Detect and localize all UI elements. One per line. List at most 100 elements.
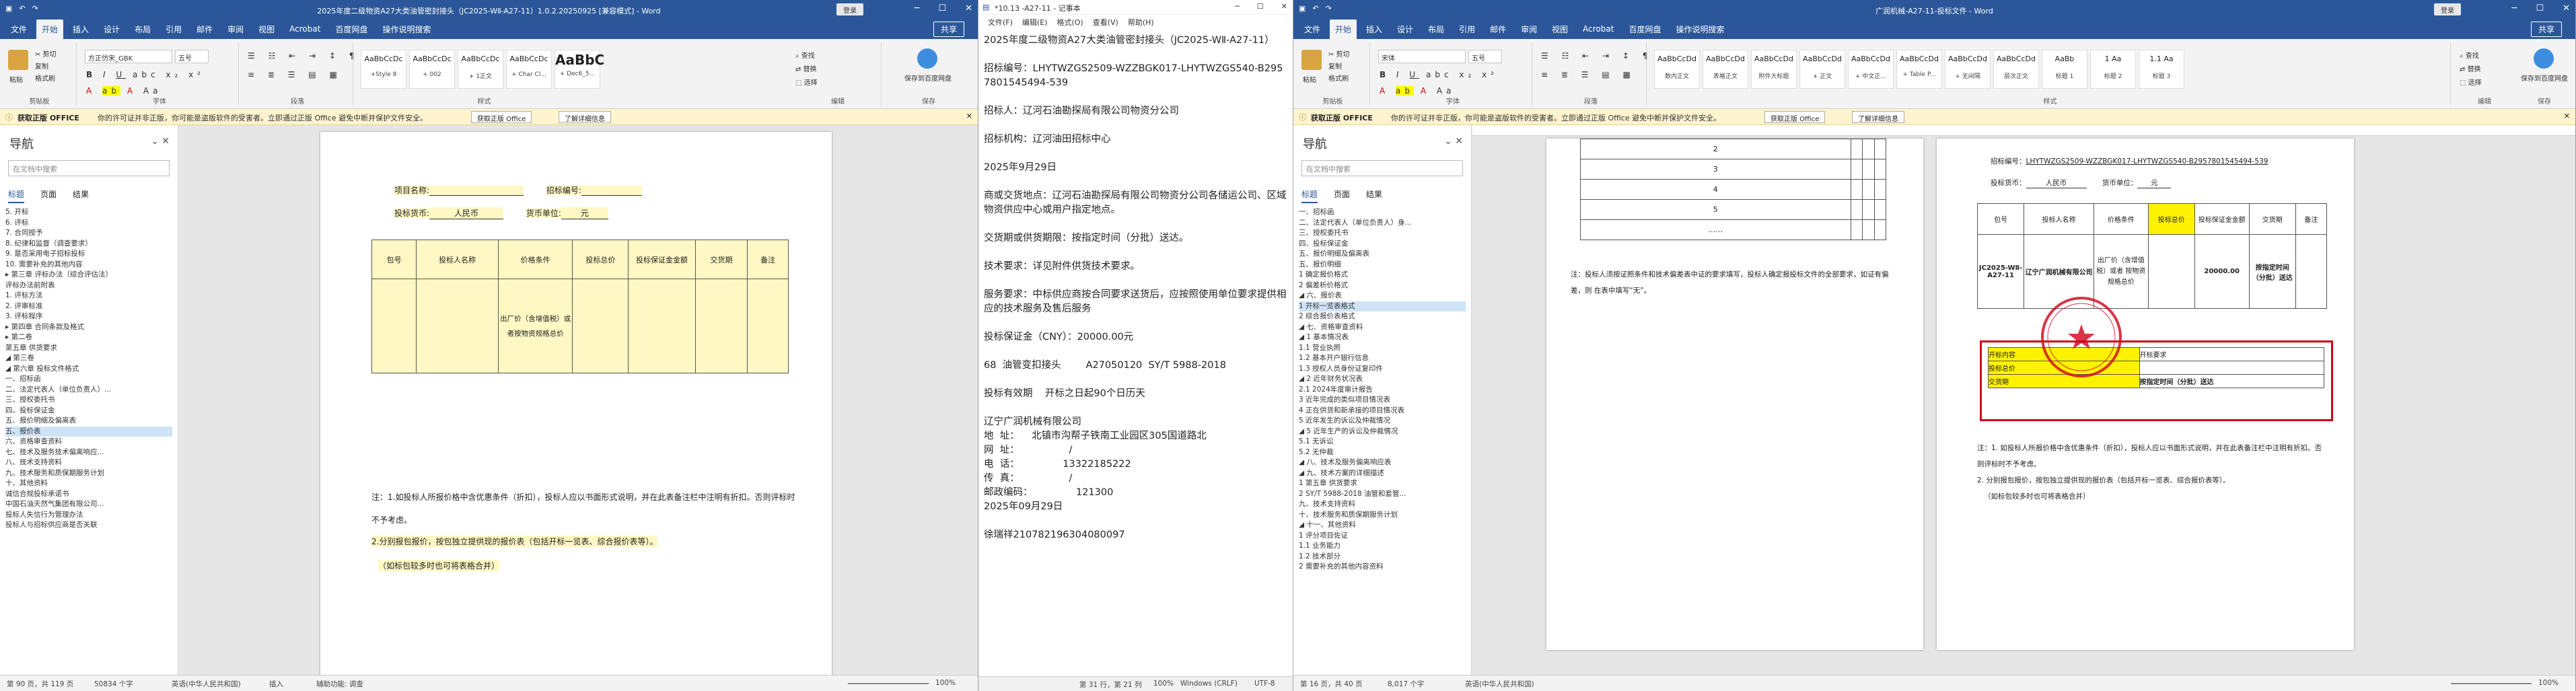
nav-heading-item[interactable]: 9. 是否采用电子招标投标 (5, 249, 172, 260)
nav-tab-results[interactable]: 结果 (73, 188, 89, 203)
table-cell[interactable] (1873, 219, 1887, 240)
nav-close-icon[interactable]: ⌄ ✕ (151, 136, 170, 147)
cut-button[interactable]: ✂ 剪切 (35, 48, 57, 59)
nav-heading-item[interactable]: 2 SY/T 5988-2018 油管和套管... (1299, 489, 1466, 500)
tab-acrobat[interactable]: Acrobat (1577, 20, 1619, 38)
nav-heading-item[interactable]: ◢ 2 近年财务状况表 (1299, 374, 1466, 385)
close-icon[interactable]: ✕ (2563, 3, 2570, 13)
table-cell[interactable] (694, 279, 748, 373)
total-cell[interactable] (2147, 234, 2195, 309)
nav-heading-item[interactable]: 2 需要补充的其他内容资料 (1299, 562, 1466, 573)
style-gallery-item[interactable]: AaBbCcDd 附件大标题 (1751, 50, 1797, 89)
style-gallery-item[interactable]: AaBbC + Dec6_5... (554, 50, 604, 89)
paste-icon[interactable] (8, 50, 28, 70)
signin-button[interactable]: 登录 (836, 3, 863, 15)
word-count[interactable]: 8,017 个字 (1388, 679, 1424, 689)
remarks-cell[interactable] (2295, 234, 2328, 309)
nav-heading-item[interactable]: 投标人失信行为管理办法 (5, 510, 172, 521)
maximize-icon[interactable]: ☐ (938, 3, 946, 13)
nav-heading-item[interactable]: 中国石油天然气集团有限公司... (5, 499, 172, 510)
nav-heading-item[interactable]: 三、授权委托书 (5, 395, 172, 406)
nav-heading-item[interactable]: 1.3 授权人员身份证复印件 (1299, 364, 1466, 375)
menu-help[interactable]: 帮助(H) (1128, 17, 1154, 28)
maximize-icon[interactable]: ☐ (2536, 3, 2544, 13)
nav-heading-item[interactable]: 诚信合规投标承诺书 (5, 489, 172, 500)
replace-button[interactable]: ⇄ 替换 (795, 63, 817, 73)
table-cell[interactable] (1850, 159, 1863, 180)
style-gallery-item[interactable]: 1.1 Aa 标题 3 (2139, 50, 2184, 89)
style-gallery-item[interactable]: AaBbCcDd 表格正文 (1703, 50, 1748, 89)
zoom-level[interactable]: 100% (935, 679, 956, 687)
nav-heading-item[interactable]: ▸ 第二卷 (5, 332, 172, 343)
font-color-buttons[interactable]: A ab A Aa (86, 86, 162, 96)
table-cell[interactable] (1873, 199, 1887, 220)
table-cell[interactable] (416, 279, 499, 373)
table-cell[interactable] (1873, 179, 1887, 200)
nav-heading-item[interactable]: ▸ 第三章 评标办法（综合评估法） (5, 270, 172, 281)
style-gallery-item[interactable]: AaBbCcDc + 002 (409, 50, 455, 89)
tab-design[interactable]: 设计 (98, 20, 125, 39)
nav-tab-headings[interactable]: 标题 (1301, 188, 1318, 203)
font-color-buttons[interactable]: A ab A Aa (1380, 86, 1455, 96)
nav-tab-pages[interactable]: 页面 (40, 188, 57, 203)
row-number-cell[interactable]: 4 (1580, 179, 1851, 200)
table-cell[interactable] (1862, 179, 1875, 200)
nav-heading-item[interactable]: 第五章 供货要求 (5, 343, 172, 354)
nav-heading-item[interactable]: 5. 开标 (5, 207, 172, 218)
menu-format[interactable]: 格式(O) (1057, 17, 1083, 28)
tab-insert[interactable]: 插入 (67, 20, 94, 39)
tab-mailings[interactable]: 邮件 (191, 20, 218, 39)
word-count[interactable]: 50834 个字 (94, 679, 133, 689)
menu-view[interactable]: 查看(V) (1093, 17, 1118, 28)
nav-heading-item[interactable]: 一、招标函 (1299, 207, 1466, 218)
page-count[interactable]: 第 16 页，共 40 页 (1300, 679, 1363, 689)
font-size-select[interactable]: 五号 (1468, 50, 1502, 63)
format-painter-button[interactable]: 格式刷 (35, 73, 55, 83)
style-gallery-item[interactable]: AaBbCcDd + 无间隔 (1945, 50, 1991, 89)
box-row-value[interactable]: 按指定时间（分批）送达 (2139, 374, 2325, 388)
get-office-button[interactable]: 获取正版 Office (471, 111, 532, 123)
nav-heading-item[interactable]: 1.2 技术部分 (1299, 552, 1466, 562)
style-gallery-item[interactable]: AaBbCcDc + Char Cl... (506, 50, 552, 89)
nav-tab-pages[interactable]: 页面 (1334, 188, 1350, 203)
package-cell[interactable]: JC2025-WⅡ-A27-11 (1976, 234, 2025, 309)
nav-heading-item[interactable]: 五、报价明细 (1299, 260, 1466, 270)
price-terms-cell[interactable]: 出厂价（含增值税）或者按物资规格总价 (497, 279, 573, 373)
style-gallery-item[interactable]: AaBbCcDd + 正文 (1799, 50, 1845, 89)
signin-button[interactable]: 登录 (2434, 3, 2461, 15)
tab-file[interactable]: 文件 (1299, 20, 1326, 39)
minimize-icon[interactable]: ─ (1235, 2, 1240, 11)
nav-heading-item[interactable]: 二、法定代表人（单位负责人）... (5, 385, 172, 396)
nav-heading-item[interactable]: 2. 评审标准 (5, 301, 172, 312)
table-cell[interactable] (1862, 139, 1875, 159)
cloud-save-icon[interactable] (917, 48, 937, 69)
zoom-slider[interactable] (2451, 683, 2532, 684)
style-gallery-item[interactable]: 1 Aa 标题 2 (2090, 50, 2136, 89)
nav-tab-results[interactable]: 结果 (1366, 188, 1382, 203)
nav-heading-item[interactable]: 2 偏差析价格式 (1299, 281, 1466, 291)
share-button[interactable]: 共享 (933, 21, 964, 37)
nav-heading-item[interactable]: 5.2 无仲裁 (1299, 447, 1466, 458)
menu-edit[interactable]: 编辑(E) (1022, 17, 1048, 28)
accessibility[interactable]: 辅助功能: 调查 (316, 679, 363, 689)
tab-review[interactable]: 审阅 (1515, 20, 1542, 39)
tab-insert[interactable]: 插入 (1361, 20, 1388, 39)
nav-heading-item[interactable]: 四、投标保证金 (1299, 239, 1466, 250)
nav-heading-item[interactable]: 一、招标函 (5, 374, 172, 385)
style-gallery-item[interactable]: AaBb 标题 1 (2042, 50, 2087, 89)
nav-heading-item[interactable]: ◢ 1 基本情况表 (1299, 332, 1466, 343)
format-painter-button[interactable]: 格式刷 (1328, 73, 1349, 83)
table-cell[interactable] (572, 279, 629, 373)
nav-search-input[interactable]: 在文档中搜索 (8, 160, 170, 176)
nav-heading-item[interactable]: 投标人与招标供应商是否关联 (5, 520, 172, 531)
notepad-text-area[interactable]: 2025年度二级物资A27大类油管密封接头（JC2025-WⅡ-A27-11） … (978, 30, 1293, 676)
language[interactable]: 英语(中华人民共和国) (1465, 679, 1534, 689)
minimize-icon[interactable]: ─ (915, 3, 920, 13)
style-gallery-item[interactable]: AaBbCcDc +Style 8 (361, 50, 406, 89)
nav-heading-item[interactable]: 1 确定报价格式 (1299, 270, 1466, 281)
cut-button[interactable]: ✂ 剪切 (1328, 48, 1350, 59)
row-number-cell[interactable]: 3 (1580, 159, 1851, 180)
maximize-icon[interactable]: ☐ (1257, 2, 1264, 11)
get-office-button[interactable]: 获取正版 Office (1764, 111, 1826, 123)
select-button[interactable]: ⬚ 选择 (2460, 77, 2482, 87)
